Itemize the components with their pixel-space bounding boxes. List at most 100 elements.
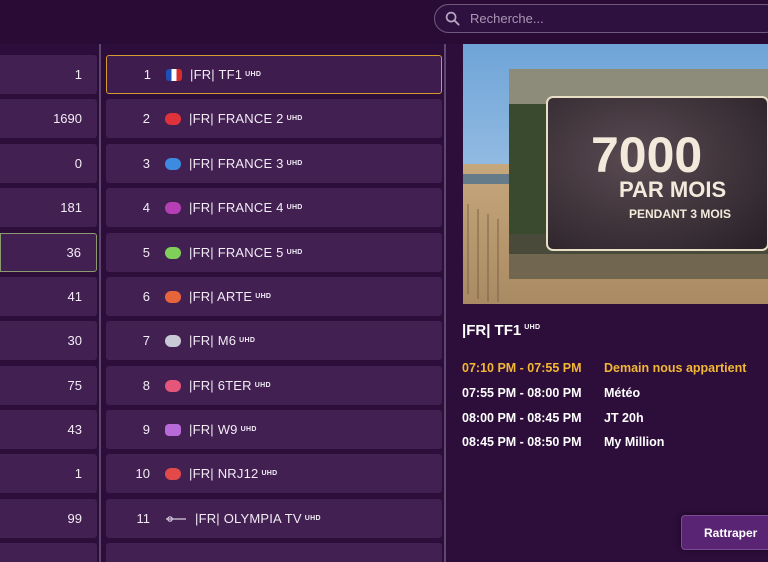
france3-logo-icon xyxy=(165,157,181,170)
uhd-badge: UHD xyxy=(245,71,262,78)
epg-time: 08:00 PM - 08:45 PM xyxy=(462,410,582,425)
channel-number: 2 xyxy=(142,111,150,126)
6ter-logo-icon xyxy=(165,379,181,392)
current-channel-title: |FR| TF1 UHD xyxy=(462,322,540,339)
uhd-badge: UHD xyxy=(240,426,257,433)
search-box[interactable] xyxy=(434,4,768,33)
epg-row: 08:00 PM - 08:45 PM JT 20h xyxy=(462,405,762,430)
current-channel-name: |FR| TF1 xyxy=(462,322,522,339)
channel-row[interactable]: 7 |FR| M6 UHD xyxy=(106,321,442,360)
channel-row[interactable]: 2 |FR| FRANCE 2 UHD xyxy=(106,99,442,138)
category-count: 41 xyxy=(67,289,82,304)
uhd-badge: UHD xyxy=(261,470,278,477)
m6-logo-icon xyxy=(165,334,181,347)
epg-time: 07:55 PM - 08:00 PM xyxy=(462,386,582,401)
preview-headline: 7000 xyxy=(591,127,702,183)
channel-number: 6 xyxy=(142,289,150,304)
tf1-logo-icon xyxy=(166,68,182,81)
channel-number: 8 xyxy=(142,378,150,393)
category-item[interactable]: 1 xyxy=(0,454,97,493)
preview-line2: PAR MOIS xyxy=(619,177,726,202)
channel-name: |FR| FRANCE 2 xyxy=(189,111,284,126)
channel-number: 10 xyxy=(135,466,150,481)
epg-title: My Million xyxy=(604,435,665,450)
category-item[interactable]: 43 xyxy=(0,410,97,449)
uhd-badge: UHD xyxy=(286,204,303,211)
category-count: 1690 xyxy=(53,111,82,126)
channel-row[interactable] xyxy=(106,543,442,562)
category-item[interactable]: 30 xyxy=(0,321,97,360)
category-item[interactable]: 41 xyxy=(0,277,97,316)
arte-logo-icon xyxy=(165,290,181,303)
epg-title: Météo xyxy=(604,386,641,401)
channel-number: 3 xyxy=(142,156,150,171)
category-count: 43 xyxy=(67,422,82,437)
channel-number: 7 xyxy=(142,333,150,348)
channel-list[interactable]: 1 |FR| TF1 UHD 2 |FR| FRANCE 2 UHD 3 |FR| … xyxy=(103,44,446,562)
category-item[interactable] xyxy=(0,543,97,562)
channel-number: 5 xyxy=(142,245,150,260)
olympia-logo-icon xyxy=(165,513,187,525)
nrj12-logo-icon xyxy=(165,467,181,480)
uhd-badge: UHD xyxy=(239,337,256,344)
category-count: 1 xyxy=(74,67,82,82)
category-item[interactable]: 99 xyxy=(0,499,97,538)
category-count: 0 xyxy=(74,156,82,171)
channel-row-active[interactable]: 1 |FR| TF1 UHD xyxy=(106,55,442,94)
search-input[interactable] xyxy=(470,11,750,26)
category-count: 75 xyxy=(67,378,82,393)
channel-number: 4 xyxy=(142,200,150,215)
epg-time: 08:45 PM - 08:50 PM xyxy=(462,435,582,450)
channel-row[interactable]: 11 |FR| OLYMPIA TV UHD xyxy=(106,499,442,538)
channel-number: 1 xyxy=(143,67,151,82)
channel-number: 11 xyxy=(136,511,151,526)
channel-name: |FR| FRANCE 5 xyxy=(189,245,284,260)
category-count: 181 xyxy=(60,200,82,215)
category-count: 36 xyxy=(66,245,81,260)
channel-row[interactable]: 10 |FR| NRJ12 UHD xyxy=(106,454,442,493)
category-item-selected[interactable]: 36 xyxy=(0,233,97,272)
epg-list: 07:10 PM - 07:55 PM Demain nous appartie… xyxy=(462,356,762,455)
category-list[interactable]: 1 1690 0 181 36 41 30 75 43 1 99 xyxy=(0,44,101,562)
channel-row[interactable]: 6 |FR| ARTE UHD xyxy=(106,277,442,316)
uhd-badge: UHD xyxy=(304,515,321,522)
epg-row: 07:55 PM - 08:00 PM Météo xyxy=(462,381,762,406)
channel-name: |FR| OLYMPIA TV xyxy=(195,511,302,526)
channel-row[interactable]: 9 |FR| W9 UHD xyxy=(106,410,442,449)
epg-title: JT 20h xyxy=(604,410,644,425)
channel-row[interactable]: 4 |FR| FRANCE 4 UHD xyxy=(106,188,442,227)
uhd-badge: UHD xyxy=(286,160,303,167)
uhd-badge: UHD xyxy=(255,293,272,300)
category-count: 99 xyxy=(67,511,82,526)
video-preview[interactable]: 7000 PAR MOIS PENDANT 3 MOIS xyxy=(463,44,768,304)
channel-name: |FR| W9 xyxy=(189,422,238,437)
channel-name: |FR| ARTE xyxy=(189,289,253,304)
channel-number: 9 xyxy=(142,422,150,437)
category-item[interactable]: 75 xyxy=(0,366,97,405)
uhd-badge: UHD xyxy=(254,382,271,389)
channel-row[interactable]: 5 |FR| FRANCE 5 UHD xyxy=(106,233,442,272)
epg-row: 08:45 PM - 08:50 PM My Million xyxy=(462,430,762,455)
catchup-button[interactable]: Rattraper xyxy=(681,515,768,550)
category-count: 30 xyxy=(67,333,82,348)
preview-frame-image: 7000 PAR MOIS PENDANT 3 MOIS xyxy=(463,44,768,304)
france4-logo-icon xyxy=(165,201,181,214)
category-item[interactable]: 0 xyxy=(0,144,97,183)
channel-row[interactable]: 3 |FR| FRANCE 3 UHD xyxy=(106,144,442,183)
category-item[interactable]: 1690 xyxy=(0,99,97,138)
channel-row[interactable]: 8 |FR| 6TER UHD xyxy=(106,366,442,405)
epg-title: Demain nous appartient xyxy=(604,361,747,376)
category-count: 1 xyxy=(74,466,82,481)
uhd-badge: UHD xyxy=(286,115,303,122)
category-item[interactable]: 1 xyxy=(0,55,97,94)
category-item[interactable]: 181 xyxy=(0,188,97,227)
channel-name: |FR| TF1 xyxy=(190,67,243,82)
search-icon xyxy=(445,11,460,26)
preview-line3: PENDANT 3 MOIS xyxy=(629,207,731,221)
france5-logo-icon xyxy=(165,246,181,259)
channel-name: |FR| 6TER xyxy=(189,378,252,393)
channel-name: |FR| FRANCE 4 xyxy=(189,200,284,215)
epg-row-current: 07:10 PM - 07:55 PM Demain nous appartie… xyxy=(462,356,762,381)
epg-time: 07:10 PM - 07:55 PM xyxy=(462,361,582,376)
uhd-badge: UHD xyxy=(286,249,303,256)
